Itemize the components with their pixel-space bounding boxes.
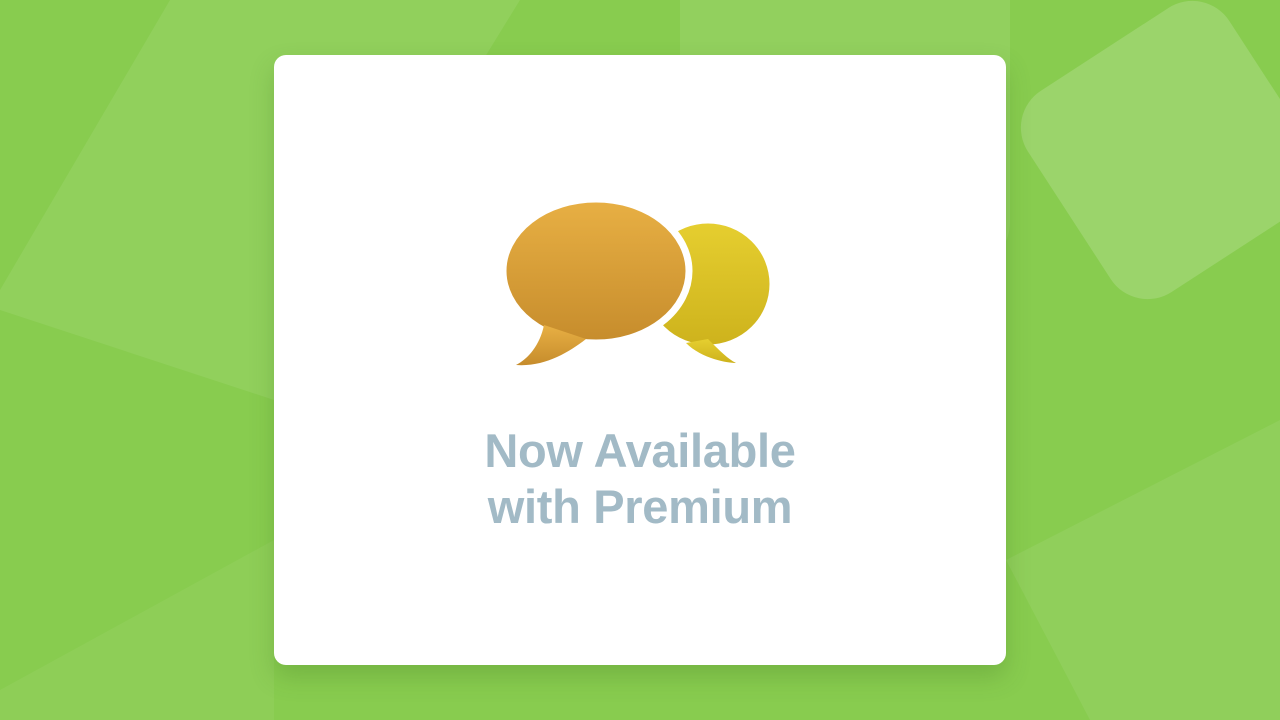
background-shape	[0, 540, 274, 720]
premium-headline: Now Available with Premium	[274, 423, 1006, 535]
background-shape	[1020, 0, 1280, 300]
headline-line-1: Now Available	[484, 424, 796, 477]
speech-bubbles-icon	[504, 197, 777, 369]
front-bubble	[504, 197, 693, 369]
background-shape	[1006, 420, 1280, 720]
headline-line-2: with Premium	[487, 480, 793, 533]
premium-card: Now Available with Premium	[274, 55, 1006, 665]
